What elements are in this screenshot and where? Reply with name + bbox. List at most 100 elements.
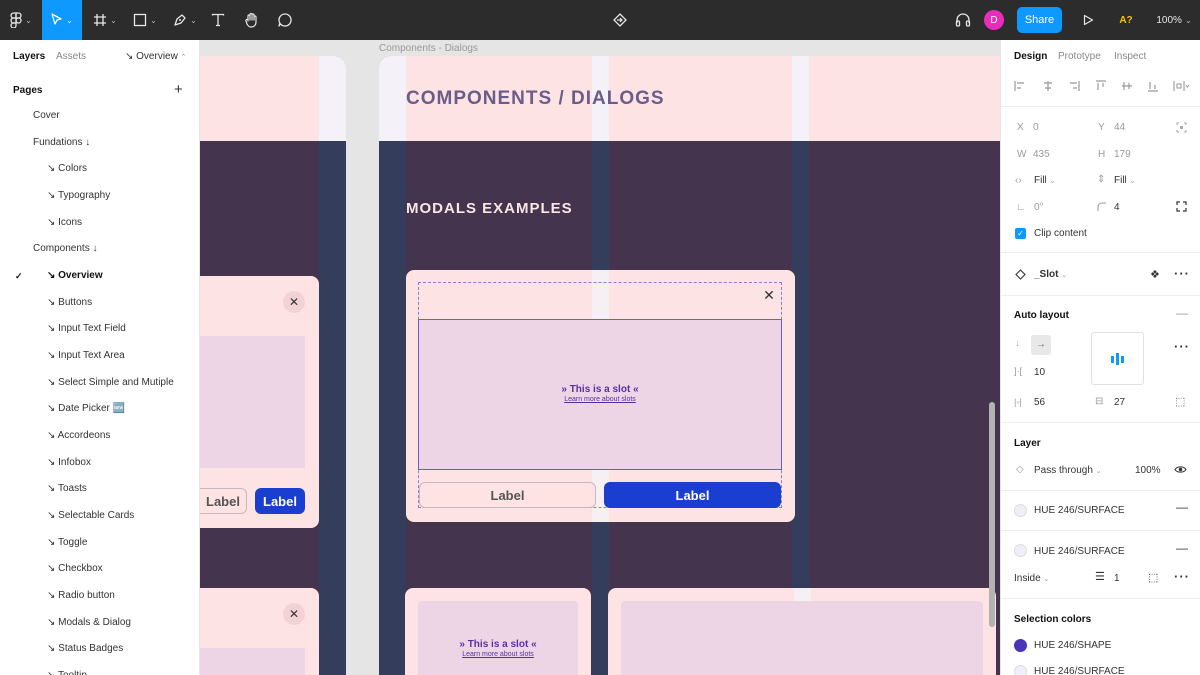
page-item[interactable]: Components ↓ bbox=[0, 236, 199, 262]
page-item[interactable]: ↘ Toggle bbox=[0, 530, 199, 556]
page-item[interactable]: Fundations ↓ bbox=[0, 130, 199, 156]
canvas[interactable]: ✕ Label Label ✕ Components - Dialogs COM… bbox=[200, 40, 1000, 675]
stroke-swatch[interactable] bbox=[1014, 544, 1027, 557]
accessibility-check-button[interactable]: A? bbox=[1112, 0, 1140, 40]
add-page-icon[interactable]: + bbox=[174, 81, 183, 98]
slot-link[interactable]: Learn more about slots bbox=[418, 651, 578, 658]
slot-link[interactable]: Learn more about slots bbox=[419, 396, 781, 403]
clip-content-checkbox[interactable]: ✓ bbox=[1015, 228, 1026, 239]
tab-assets[interactable]: Assets bbox=[56, 51, 86, 62]
page-item[interactable]: ↘ Tooltip bbox=[0, 663, 199, 675]
tab-design[interactable]: Design bbox=[1014, 51, 1047, 62]
tab-inspect[interactable]: Inspect bbox=[1114, 51, 1146, 62]
primary-button[interactable]: Label bbox=[604, 482, 781, 508]
page-item[interactable]: ↘ Modals & Dialog bbox=[0, 610, 199, 636]
stroke-style-name[interactable]: HUE 246/SURFACE bbox=[1034, 546, 1125, 557]
primary-button[interactable]: Label bbox=[255, 488, 305, 514]
direction-vertical-icon[interactable]: ↓ bbox=[1015, 338, 1020, 349]
page-item[interactable]: ↘ Checkbox bbox=[0, 556, 199, 582]
close-icon[interactable]: ✕ bbox=[283, 291, 305, 313]
main-menu-button[interactable]: ⌄ bbox=[0, 0, 42, 40]
page-item[interactable]: Cover bbox=[0, 103, 199, 129]
vertical-resizing-select[interactable]: Fill ⌄ bbox=[1114, 175, 1135, 186]
selection-color-swatch[interactable] bbox=[1014, 639, 1027, 652]
individual-strokes-icon[interactable]: ⬚ bbox=[1148, 571, 1158, 584]
page-item[interactable]: ↘ Colors bbox=[0, 156, 199, 182]
eye-icon[interactable] bbox=[1174, 464, 1187, 475]
page-item[interactable]: ↘ Typography bbox=[0, 183, 199, 209]
text-tool-button[interactable] bbox=[206, 0, 230, 40]
page-item[interactable]: ↘ Status Badges bbox=[0, 636, 199, 662]
page-item[interactable]: ↘ Buttons bbox=[0, 290, 199, 316]
page-item[interactable]: ↘ Accordeons bbox=[0, 423, 199, 449]
pen-tool-button[interactable]: ⌄ bbox=[168, 0, 202, 40]
modal-wide[interactable] bbox=[608, 588, 996, 675]
comment-tool-button[interactable] bbox=[273, 0, 297, 40]
constraints-icon[interactable] bbox=[1176, 122, 1187, 133]
present-button[interactable] bbox=[1078, 0, 1098, 40]
align-bottom-icon[interactable] bbox=[1147, 80, 1159, 92]
blend-mode-select[interactable]: Pass through ⌄ bbox=[1034, 465, 1102, 476]
align-left-icon[interactable] bbox=[1014, 80, 1026, 92]
remove-stroke-icon[interactable]: — bbox=[1176, 541, 1188, 555]
zoom-menu[interactable]: 100% ⌄ bbox=[1152, 0, 1196, 40]
page-selector[interactable]: ↘ Overview ⌃ bbox=[125, 51, 187, 62]
close-icon[interactable]: ✕ bbox=[758, 284, 780, 306]
fill-style-name[interactable]: HUE 246/SURFACE bbox=[1034, 505, 1125, 516]
align-right-icon[interactable] bbox=[1068, 80, 1080, 92]
alignment-grid[interactable] bbox=[1091, 332, 1144, 385]
modal-small[interactable]: » This is a slot « Learn more about slot… bbox=[405, 588, 591, 675]
w-input[interactable]: 435 bbox=[1033, 149, 1050, 160]
h-input[interactable]: 179 bbox=[1114, 149, 1131, 160]
corner-radius-input[interactable]: 4 bbox=[1114, 202, 1120, 213]
tab-prototype[interactable]: Prototype bbox=[1058, 51, 1101, 62]
align-center-v-icon[interactable] bbox=[1121, 80, 1133, 92]
selection-color-name[interactable]: HUE 246/SHAPE bbox=[1034, 640, 1111, 651]
more-options-icon[interactable]: ··· bbox=[1174, 266, 1190, 281]
page-item[interactable]: ↘ Input Text Field bbox=[0, 316, 199, 342]
selection-color-name[interactable]: HUE 246/SURFACE bbox=[1034, 666, 1125, 675]
secondary-button[interactable]: Label bbox=[419, 482, 596, 508]
page-item-active[interactable]: ✓ ↘ Overview bbox=[0, 263, 199, 289]
page-item[interactable]: ↘ Date Picker 🆕 bbox=[0, 396, 199, 422]
horizontal-resizing-select[interactable]: Fill ⌄ bbox=[1034, 175, 1055, 186]
secondary-button[interactable]: Label bbox=[200, 488, 247, 514]
x-input[interactable]: 0 bbox=[1033, 122, 1039, 133]
close-icon[interactable]: ✕ bbox=[283, 603, 305, 625]
page-item[interactable]: ↘ Input Text Area bbox=[0, 343, 199, 369]
slot-selected[interactable]: » This is a slot « Learn more about slot… bbox=[418, 319, 782, 470]
remove-fill-icon[interactable]: — bbox=[1176, 500, 1188, 514]
align-top-icon[interactable] bbox=[1095, 80, 1107, 92]
page-item[interactable]: ↘ Select Simple and Mutiple bbox=[0, 370, 199, 396]
page-item[interactable]: ↘ Toasts bbox=[0, 476, 199, 502]
shape-tool-button[interactable]: ⌄ bbox=[128, 0, 162, 40]
horizontal-padding-input[interactable]: 56 bbox=[1034, 397, 1045, 408]
component-select[interactable]: _Slot ⌄ bbox=[1034, 269, 1067, 280]
stroke-position-select[interactable]: Inside ⌄ bbox=[1014, 573, 1049, 584]
page-item[interactable]: ↘ Infobox bbox=[0, 450, 199, 476]
distribute-icon[interactable] bbox=[1173, 80, 1189, 92]
spacing-input[interactable]: 10 bbox=[1034, 367, 1045, 378]
auto-layout-settings-icon[interactable]: ··· bbox=[1174, 339, 1190, 354]
frame-tool-button[interactable]: ⌄ bbox=[88, 0, 122, 40]
component-main-icon[interactable]: ❖ bbox=[1150, 268, 1160, 281]
stroke-settings-icon[interactable]: ··· bbox=[1174, 569, 1190, 584]
individual-padding-icon[interactable]: ⬚ bbox=[1175, 395, 1185, 408]
frame-label[interactable]: Components - Dialogs bbox=[379, 43, 478, 54]
fill-swatch[interactable] bbox=[1014, 504, 1027, 517]
component-button[interactable] bbox=[608, 0, 632, 40]
move-tool-button[interactable]: ⌄ bbox=[42, 0, 82, 40]
y-input[interactable]: 44 bbox=[1114, 122, 1125, 133]
stroke-weight-input[interactable]: 1 bbox=[1114, 573, 1120, 584]
modal-example[interactable]: ✕ » This is a slot « Learn more about sl… bbox=[406, 270, 795, 522]
page-item[interactable]: ↘ Icons bbox=[0, 210, 199, 236]
share-button[interactable]: Share bbox=[1017, 7, 1062, 33]
modal-left-2[interactable]: ✕ bbox=[200, 588, 319, 675]
selection-color-swatch[interactable] bbox=[1014, 665, 1027, 675]
avatar[interactable]: D bbox=[984, 0, 1004, 40]
rotation-input[interactable]: 0° bbox=[1034, 202, 1044, 213]
tab-layers[interactable]: Layers bbox=[13, 51, 45, 62]
remove-auto-layout-icon[interactable]: — bbox=[1176, 306, 1188, 320]
modal-left[interactable]: ✕ Label Label bbox=[200, 276, 319, 528]
page-item[interactable]: ↘ Selectable Cards bbox=[0, 503, 199, 529]
